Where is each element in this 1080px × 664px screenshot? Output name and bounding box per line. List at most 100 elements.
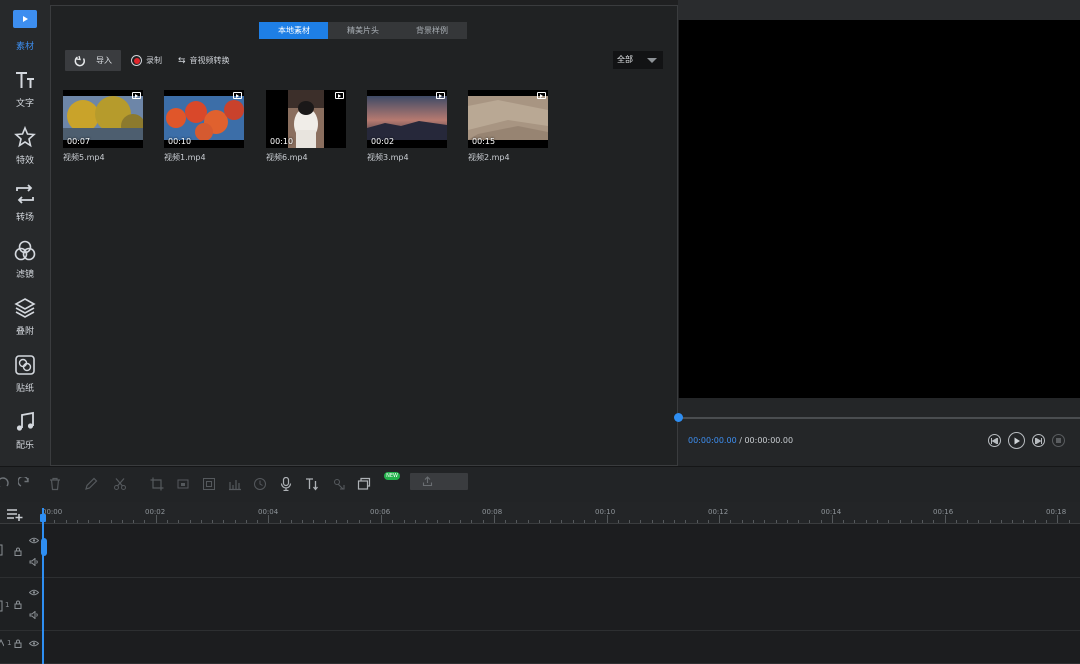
clip-duration: 00:02 [371,137,395,146]
clip-duration: 00:15 [472,137,496,146]
clip-thumbnail[interactable]: 00:10 [164,90,244,148]
export-button[interactable] [410,473,468,490]
timeline-ruler[interactable]: 00:00 00:02 00:04 00:06 00:08 00:10 00:1… [0,502,1080,524]
clip-duration: 00:10 [270,137,294,146]
clip-thumbnail[interactable]: 00:07 [63,90,143,148]
clip-preview-image [164,96,244,140]
progress-handle[interactable] [674,413,683,422]
delete-icon[interactable] [48,477,62,491]
media-clip[interactable]: 00:02 视频3.mp4 [367,90,447,163]
lock-icon[interactable] [14,547,22,556]
resize-icon[interactable] [176,477,190,491]
lock-icon[interactable] [14,600,22,609]
clip-name: 视频1.mp4 [164,153,206,162]
text-track[interactable]: 1 [0,631,1080,664]
undo-icon[interactable] [0,477,10,491]
ruler-tick [967,520,969,523]
ruler-tick [1023,520,1025,523]
overlay-track[interactable]: 1 [0,578,1080,631]
timecode: 00:00:00.00 / 00:00:00.00 [688,436,793,445]
eye-icon[interactable] [29,589,39,596]
sidebar-item-filter[interactable]: 滤镜 [0,227,50,283]
ruler-tick [178,520,180,523]
video-track[interactable] [0,524,1080,578]
lock-icon[interactable] [14,639,22,648]
tab-intro-templates[interactable]: 精美片头 [328,22,398,39]
tab-local-media[interactable]: 本地素材 [259,22,329,39]
ruler-tick [54,520,56,523]
volume-icon[interactable] [29,611,39,619]
add-track-icon[interactable] [6,508,24,521]
record-button[interactable]: 录制 [131,55,162,66]
sidebar-item-transition[interactable]: 转场 [0,170,50,226]
media-clip[interactable]: 00:07 视频5.mp4 [63,90,143,163]
ruler-tick [674,520,676,523]
ruler-tick [426,520,428,523]
ruler-tick [155,515,157,523]
media-tabs: 本地素材 精美片头 背景样例 [259,22,467,39]
sidebar-item-sticker[interactable]: 贴纸 [0,341,50,397]
volume-icon[interactable] [29,558,39,566]
track-type-icon [0,600,3,612]
ruler-tick [944,515,946,523]
eye-icon[interactable] [29,537,39,544]
play-button[interactable] [1008,432,1025,449]
import-button[interactable]: 导入 [65,50,121,71]
playhead-grip[interactable] [41,538,47,556]
crop-icon[interactable] [150,477,164,491]
edit-icon[interactable] [84,477,98,491]
ruler-tick [313,520,315,523]
ruler-tick [550,520,552,523]
clip-thumbnail[interactable]: 00:02 [367,90,447,148]
ruler-tick [1068,520,1070,523]
mosaic-icon[interactable] [332,477,346,491]
playback-progress-bar[interactable] [674,413,1080,422]
freeze-frame-icon[interactable] [202,477,216,491]
text-to-speech-icon[interactable] [305,477,319,491]
ruler-tick [922,520,924,523]
track-number: 1 [5,601,10,609]
audio-levels-icon[interactable] [228,477,242,491]
ruler-tick [223,520,225,523]
media-clip[interactable]: 00:10 视频6.mp4 [266,90,346,163]
sidebar-item-media[interactable]: 素材 [0,0,50,56]
duration-clock-icon[interactable] [253,477,267,491]
picture-in-picture-icon[interactable] [357,477,371,491]
timeline-playhead[interactable] [42,508,44,664]
next-frame-button[interactable] [1032,434,1045,447]
sidebar-item-music[interactable]: 配乐 [0,398,50,454]
clip-thumbnail[interactable]: 00:10 [266,90,346,148]
microphone-icon[interactable] [279,477,293,491]
redo-icon[interactable] [18,477,32,491]
convert-button[interactable]: ⇆ 音视频转换 [178,55,230,66]
video-type-icon [436,92,445,99]
ruler-tick-label: 00:18 [1046,508,1067,516]
text-icon [16,72,34,88]
clip-thumbnail[interactable]: 00:15 [468,90,548,148]
playhead-handle[interactable] [40,514,46,522]
media-clip[interactable]: 00:10 视频1.mp4 [164,90,244,163]
ruler-tick [730,520,732,523]
media-clip[interactable]: 00:15 视频2.mp4 [468,90,548,163]
eye-icon[interactable] [29,640,39,647]
current-time: 00:00:00.00 [688,436,737,445]
track-type-icon [0,639,4,647]
tab-background-samples[interactable]: 背景样例 [397,22,467,39]
sidebar-item-effects[interactable]: 特效 [0,113,50,169]
ruler-tick [854,520,856,523]
scissors-icon[interactable] [113,477,127,491]
ruler-tick [696,520,698,523]
ruler-tick [843,520,845,523]
sidebar-item-overlay[interactable]: 叠附 [0,284,50,340]
ruler-tick [358,520,360,523]
media-filter-select[interactable]: 全部 [613,51,663,69]
previous-frame-button[interactable] [988,434,1001,447]
ruler-tick [955,520,957,523]
ruler-tick [516,520,518,523]
play-icon [1014,437,1020,444]
stop-button[interactable] [1052,434,1065,447]
transition-icon [16,184,34,204]
sidebar-item-text[interactable]: 文字 [0,56,50,112]
ruler-tick [459,520,461,523]
ruler-tick [471,520,473,523]
